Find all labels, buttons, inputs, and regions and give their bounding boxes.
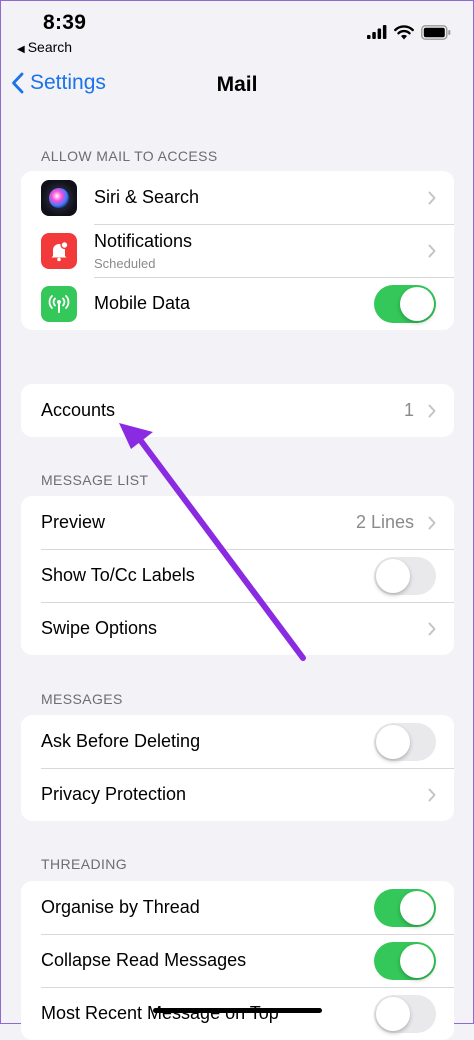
notifications-icon xyxy=(41,232,77,269)
collapse-read-messages-label: Collapse Read Messages xyxy=(41,950,247,970)
ask-before-deleting-label: Ask Before Deleting xyxy=(41,731,201,751)
message-list-group: Preview 2 Lines Show To/Cc Labels Swipe … xyxy=(21,496,454,655)
back-triangle-icon: ◀ xyxy=(17,44,25,55)
section-header-message-list: MESSAGE LIST xyxy=(41,472,149,488)
show-tocc-row: Show To/Cc Labels xyxy=(21,549,454,602)
preview-value: 2 Lines xyxy=(355,512,414,532)
mobile-data-icon xyxy=(41,285,77,322)
wifi-icon xyxy=(394,25,414,40)
preview-label: Preview xyxy=(41,512,106,532)
accounts-group: Accounts 1 xyxy=(21,384,454,437)
toggle-knob xyxy=(400,890,434,925)
cellular-signal-icon xyxy=(367,25,387,39)
toggle-knob xyxy=(376,558,410,593)
most-recent-on-top-label: Most Recent Message on Top xyxy=(41,1003,279,1023)
accounts-row[interactable]: Accounts 1 xyxy=(21,384,454,437)
section-header-allow-access: ALLOW MAIL TO ACCESS xyxy=(41,148,218,164)
most-recent-on-top-toggle[interactable] xyxy=(374,994,436,1033)
organise-by-thread-toggle[interactable] xyxy=(374,888,436,927)
threading-group: Organise by Thread Collapse Read Message… xyxy=(21,881,454,1040)
chevron-right-icon xyxy=(428,191,436,204)
show-tocc-toggle[interactable] xyxy=(374,556,436,595)
accounts-count: 1 xyxy=(403,400,414,420)
collapse-read-messages-toggle[interactable] xyxy=(374,941,436,980)
back-to-app-link[interactable]: ◀ Search xyxy=(17,39,72,55)
toggle-knob xyxy=(376,996,410,1031)
status-time: 8:39 xyxy=(43,11,87,34)
battery-icon xyxy=(421,25,451,40)
organise-by-thread-row: Organise by Thread xyxy=(21,881,454,934)
privacy-protection-label: Privacy Protection xyxy=(41,784,187,804)
chevron-right-icon xyxy=(428,622,436,635)
siri-search-label: Siri & Search xyxy=(94,187,200,207)
notifications-subtitle: Scheduled xyxy=(94,255,156,271)
mobile-data-label: Mobile Data xyxy=(94,293,191,313)
siri-search-row[interactable]: Siri & Search xyxy=(21,171,454,224)
mobile-data-toggle[interactable] xyxy=(374,284,436,323)
toggle-knob xyxy=(400,286,434,321)
messages-group: Ask Before Deleting Privacy Protection xyxy=(21,715,454,821)
collapse-read-messages-row: Collapse Read Messages xyxy=(21,934,454,987)
home-indicator[interactable] xyxy=(153,1008,322,1013)
most-recent-on-top-row: Most Recent Message on Top xyxy=(21,987,454,1040)
section-header-messages: MESSAGES xyxy=(41,691,123,707)
show-tocc-label: Show To/Cc Labels xyxy=(41,565,195,585)
chevron-right-icon xyxy=(428,244,436,257)
organise-by-thread-label: Organise by Thread xyxy=(41,897,200,917)
swipe-options-row[interactable]: Swipe Options xyxy=(21,602,454,655)
mobile-data-row: Mobile Data xyxy=(21,277,454,330)
status-bar: 8:39 ◀ Search xyxy=(1,1,473,63)
allow-access-group: Siri & Search Notifications Scheduled Mo… xyxy=(21,171,454,330)
chevron-right-icon xyxy=(428,788,436,801)
swipe-options-label: Swipe Options xyxy=(41,618,158,638)
chevron-right-icon xyxy=(428,516,436,529)
notifications-row[interactable]: Notifications Scheduled xyxy=(21,224,454,277)
siri-icon xyxy=(41,179,77,216)
ask-before-deleting-row: Ask Before Deleting xyxy=(21,715,454,768)
navigation-bar: Settings Mail xyxy=(1,63,473,109)
toggle-knob xyxy=(376,724,410,759)
section-header-threading: THREADING xyxy=(41,856,128,872)
back-to-app-label: Search xyxy=(27,39,73,55)
toggle-knob xyxy=(400,943,434,978)
accounts-label: Accounts xyxy=(41,400,116,420)
notifications-label: Notifications xyxy=(94,230,193,251)
chevron-right-icon xyxy=(428,404,436,417)
privacy-protection-row[interactable]: Privacy Protection xyxy=(21,768,454,821)
ask-before-deleting-toggle[interactable] xyxy=(374,722,436,761)
preview-row[interactable]: Preview 2 Lines xyxy=(21,496,454,549)
page-title: Mail xyxy=(216,73,258,96)
